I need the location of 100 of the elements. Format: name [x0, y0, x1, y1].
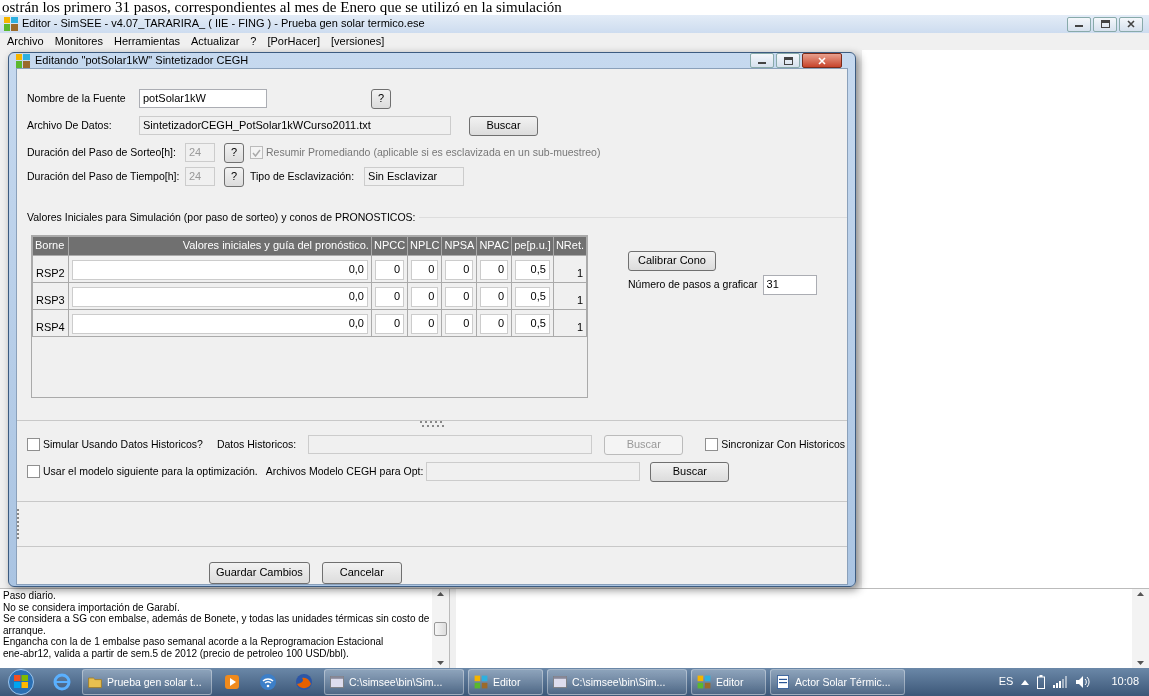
note-line: arranque. — [3, 624, 47, 637]
menu-item[interactable]: Herramientas — [113, 34, 181, 49]
tiles-icon — [473, 674, 489, 690]
slaving-field: Sin Esclavizar — [364, 167, 465, 186]
cell-input[interactable]: 0 — [480, 260, 509, 280]
cell-input[interactable]: 0,5 — [515, 260, 550, 280]
scroll-down-icon — [1137, 661, 1144, 665]
cell-input[interactable]: 0 — [445, 260, 474, 280]
checkbox[interactable] — [27, 438, 40, 451]
cell-input[interactable]: 0 — [374, 260, 405, 280]
column-header: NPCC — [371, 236, 408, 256]
clock[interactable]: 10:08 — [1111, 675, 1139, 689]
app-logo-icon — [4, 17, 18, 31]
menu-item[interactable]: ? — [249, 34, 258, 49]
scrollbar[interactable] — [432, 589, 449, 668]
menu-item[interactable]: Monitores — [53, 34, 104, 49]
checkbox-label: Simular Usando Datos Historicos? — [43, 438, 203, 451]
checkbox-label: Sincronizar Con Historicos — [721, 438, 845, 451]
cell-input[interactable]: 0,5 — [515, 287, 550, 307]
steps-field[interactable]: 31 — [762, 274, 817, 295]
maximize-icon — [783, 56, 793, 65]
checkbox[interactable] — [27, 465, 40, 478]
app-logo-icon — [16, 53, 30, 68]
row-label: RSP4 — [32, 309, 69, 337]
cell-input[interactable]: 0,0 — [71, 260, 368, 280]
column-header: Borne — [32, 236, 69, 256]
row-label: RSP3 — [32, 282, 69, 310]
history-field[interactable] — [308, 435, 593, 454]
close-button[interactable] — [802, 53, 842, 68]
dialog-button[interactable]: Guardar Cambios — [209, 561, 310, 584]
cell-input[interactable]: 0 — [374, 287, 405, 307]
check-icon — [252, 148, 261, 157]
field-label: Datos Historicos: — [216, 438, 297, 451]
close-icon — [818, 56, 826, 65]
cell-input[interactable]: 0 — [480, 314, 509, 334]
field-label: Duración del Paso de Sorteo[h]: — [27, 146, 177, 159]
cell-input[interactable]: 0,0 — [71, 287, 368, 307]
wireless-icon — [258, 672, 278, 692]
cell-input[interactable]: 0 — [374, 314, 405, 334]
close-button[interactable] — [1119, 16, 1143, 32]
signal-bars-icon — [1053, 676, 1068, 688]
minimize-button[interactable] — [1067, 16, 1091, 32]
cell-input[interactable]: 0 — [411, 260, 439, 280]
menu-item[interactable]: [PorHacer] — [266, 34, 321, 49]
field-label: Número de pasos a graficar — [628, 278, 758, 291]
minimize-button[interactable] — [750, 53, 774, 68]
help-button[interactable]: ? — [371, 88, 391, 109]
field-label: Tipo de Esclavización: — [250, 170, 355, 183]
menu-item[interactable]: Archivo — [6, 34, 45, 49]
column-header: pe[p.u.] — [511, 236, 554, 256]
file-field[interactable]: SintetizadorCEGH_PotSolar1kWCurso2011.txt — [139, 116, 451, 135]
note-line: Engancha con la de 1 embalse paso semanal acorde a la Reprogramacion Estacional — [3, 636, 385, 648]
menu-item[interactable]: [versiones] — [330, 34, 386, 49]
cell-input[interactable]: 0 — [411, 314, 439, 334]
folder-icon — [87, 674, 103, 690]
field-label: Duración del Paso de Tiempo[h]: — [27, 170, 181, 183]
scroll-thumb[interactable] — [434, 621, 448, 636]
checkbox-label: Usar el modelo siguiente para la optimización. — [43, 465, 258, 478]
maximize-button[interactable] — [776, 53, 800, 68]
scrollbar[interactable] — [1132, 589, 1149, 668]
fox-icon — [294, 672, 314, 692]
show-hidden-icon — [1021, 679, 1030, 685]
speaker-icon — [1075, 675, 1092, 689]
cell-input[interactable]: 0,5 — [515, 314, 550, 334]
cell-input[interactable]: 0 — [445, 314, 474, 334]
taskbar-button[interactable]: C:\simsee\bin\Sim... — [324, 669, 464, 695]
field-label: Archivo De Datos: — [27, 119, 113, 132]
cell-input[interactable]: 0 — [445, 287, 474, 307]
play-icon — [222, 672, 242, 692]
menu-item[interactable]: Actualizar — [190, 34, 241, 49]
calibrate-button[interactable]: Calibrar Cono — [628, 251, 716, 271]
console-window-icon — [329, 674, 345, 690]
browse-button[interactable]: Buscar — [469, 115, 538, 136]
grip-icon — [420, 421, 444, 427]
close-icon — [1127, 20, 1135, 28]
taskbar-button[interactable]: Editor — [468, 669, 543, 695]
document-icon — [775, 674, 791, 690]
cell-input[interactable]: 0 — [480, 287, 509, 307]
name-field[interactable]: potSolar1kW — [139, 89, 267, 108]
tiles-icon — [696, 674, 712, 690]
taskbar-button[interactable]: Prueba gen solar t... — [82, 669, 212, 695]
browse-button[interactable]: Buscar — [650, 461, 730, 482]
checkbox[interactable] — [705, 438, 719, 451]
cell-input[interactable]: 0 — [411, 287, 439, 307]
column-header: NPSA — [441, 236, 477, 256]
note-line: Paso diario. — [3, 590, 57, 602]
column-header: Valores iniciales y guía del pronóstico. — [68, 236, 372, 256]
dialog-button[interactable]: Cancelar — [321, 561, 402, 584]
maximize-button[interactable] — [1093, 16, 1117, 32]
model-file-field[interactable] — [426, 462, 641, 481]
document-caption: ostrán los primero 31 pasos, correspondientes al mes de Enero que se utilizó en la simulación — [0, 0, 1149, 15]
column-header: NPAC — [476, 236, 512, 256]
language-indicator[interactable]: ES — [998, 675, 1014, 689]
console-window-icon — [552, 674, 568, 690]
taskbar-button[interactable]: Editor — [691, 669, 766, 695]
taskbar-button[interactable]: C:\simsee\bin\Sim... — [547, 669, 687, 695]
note-line: No se considera importación de Garabí. — [3, 601, 181, 614]
row-label: RSP2 — [32, 255, 69, 283]
taskbar-button[interactable]: Actor Solar Térmic... — [770, 669, 905, 695]
cell-input[interactable]: 0,0 — [71, 314, 368, 334]
